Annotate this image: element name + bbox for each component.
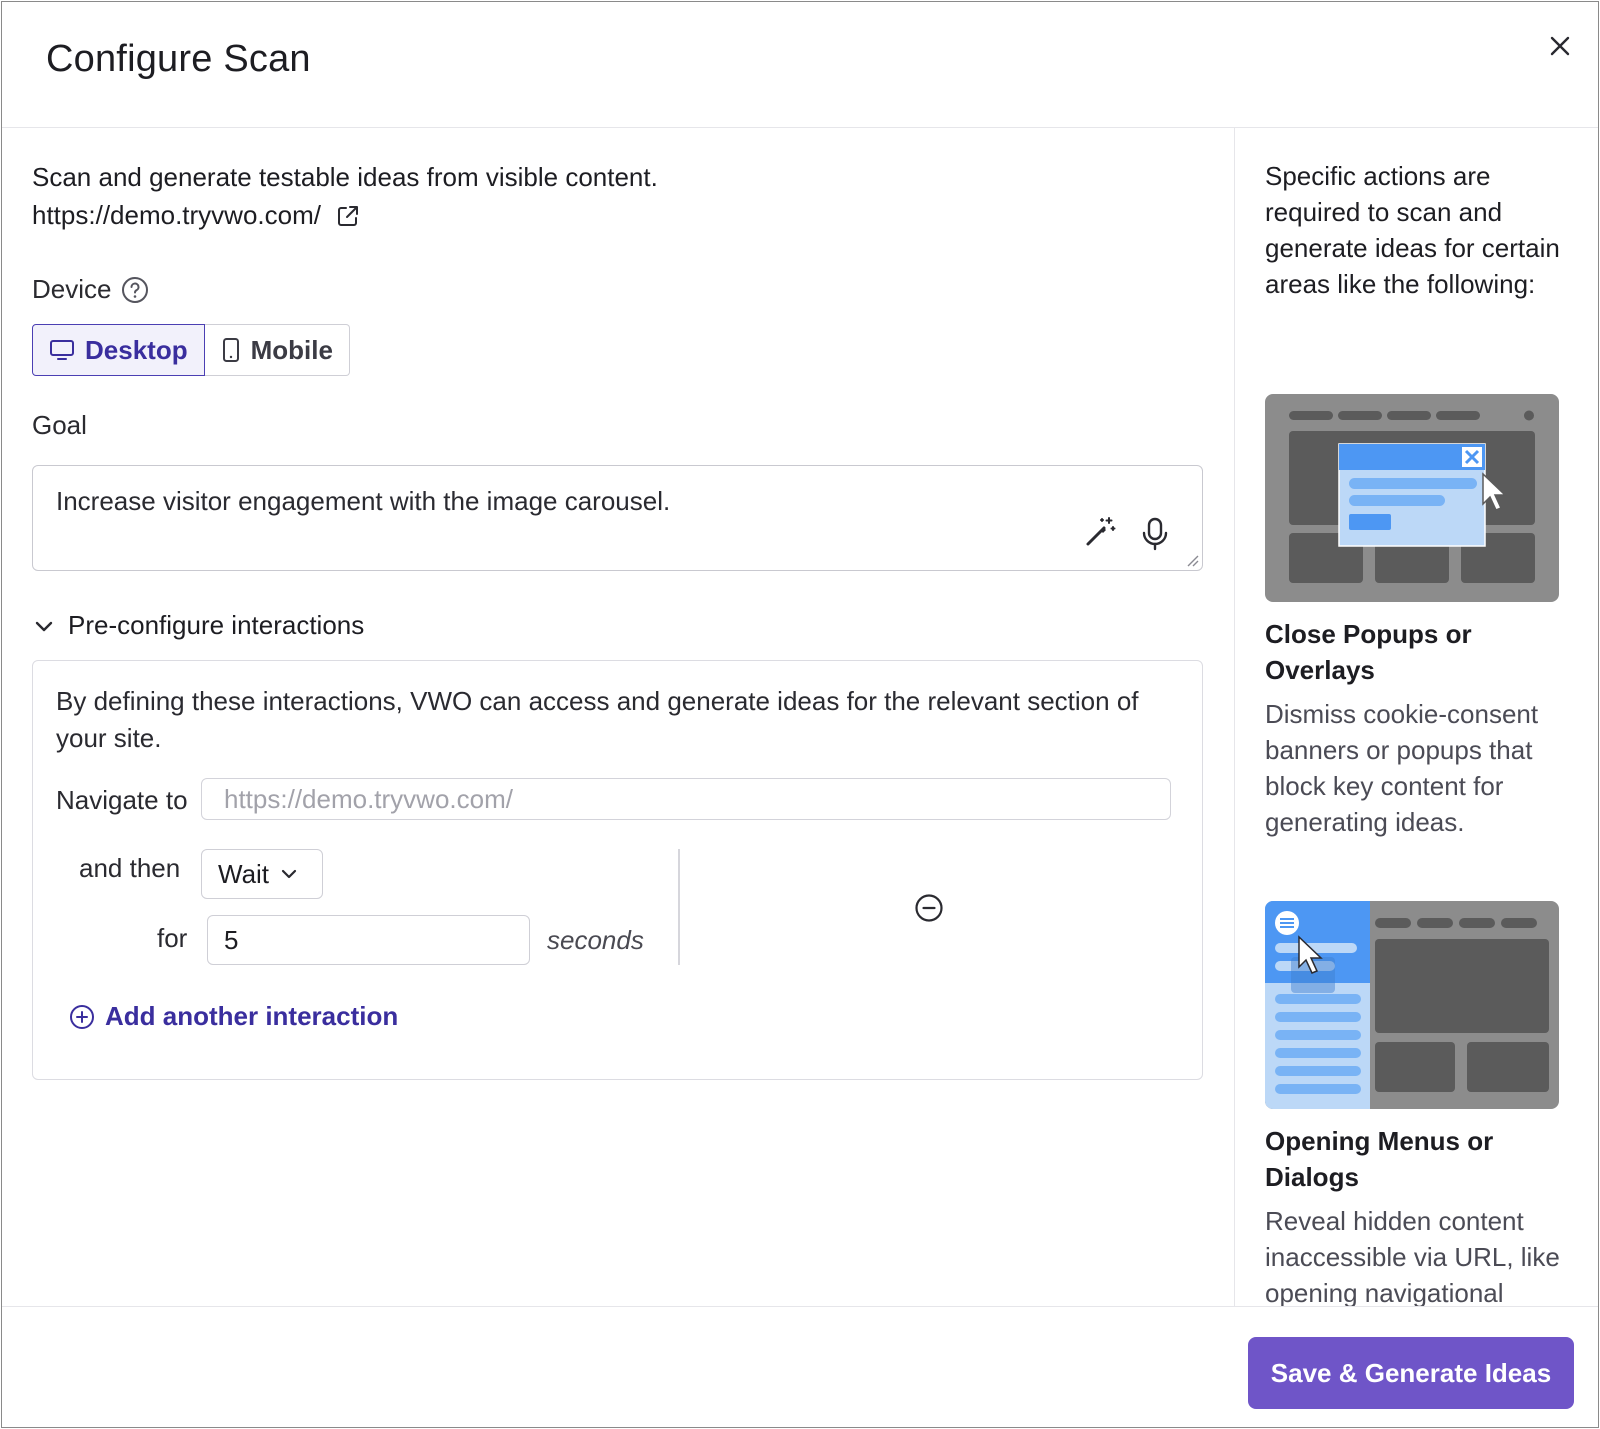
help-icon[interactable]: [121, 276, 149, 304]
card-popups-title: Close Popups or Overlays: [1265, 619, 1472, 685]
preconfigure-label: Pre-configure interactions: [68, 610, 365, 640]
desktop-icon: [50, 340, 74, 360]
help-sidebar: Specific actions are required to scan an…: [1234, 128, 1598, 1306]
scan-config-panel: Scan and generate testable ideas from vi…: [2, 128, 1234, 1306]
magic-wand-icon[interactable]: [1082, 514, 1118, 550]
scan-url: https://demo.tryvwo.com/: [32, 200, 321, 230]
device-mobile-button[interactable]: Mobile: [204, 324, 350, 376]
action-select-value: Wait: [218, 858, 270, 889]
device-desktop-label: Desktop: [85, 334, 188, 365]
navigate-url-input[interactable]: [201, 778, 1171, 820]
mobile-icon: [222, 338, 239, 362]
device-label: Device: [32, 274, 112, 304]
device-toggle: Desktop Mobile: [32, 324, 350, 376]
resize-grip-icon[interactable]: [1185, 553, 1199, 567]
chevron-down-icon: [35, 621, 53, 631]
goal-text: Increase visitor engagement with the ima…: [56, 486, 671, 516]
external-link-icon[interactable]: [335, 203, 361, 229]
chevron-down-icon: [281, 869, 297, 879]
card-menus-title: Opening Menus or Dialogs: [1265, 1126, 1494, 1192]
modal-footer: Save & Generate Ideas: [2, 1306, 1598, 1427]
remove-interaction-icon[interactable]: [914, 893, 944, 923]
close-icon[interactable]: [1544, 30, 1576, 62]
plus-circle-icon: [70, 1004, 94, 1029]
for-label: for: [157, 923, 188, 953]
interactions-description: By defining these interactions, VWO can …: [56, 686, 1139, 753]
configure-scan-modal: Configure Scan Scan and generate testabl…: [1, 1, 1599, 1428]
modal-title: Configure Scan: [46, 38, 311, 80]
device-desktop-button[interactable]: Desktop: [32, 324, 205, 376]
and-then-label: and then: [79, 853, 181, 883]
action-select[interactable]: Wait: [201, 849, 323, 899]
scan-intro-text: Scan and generate testable ideas from vi…: [32, 162, 658, 192]
card-popups-description: Dismiss cookie-consent banners or popups…: [1265, 699, 1539, 837]
add-interaction-label: Add another interaction: [105, 1001, 399, 1031]
modal-header: Configure Scan: [2, 2, 1598, 128]
microphone-icon[interactable]: [1138, 516, 1172, 552]
sidebar-intro: Specific actions are required to scan an…: [1265, 161, 1560, 299]
goal-label: Goal: [32, 410, 87, 440]
wait-seconds-input[interactable]: [207, 915, 530, 965]
navigate-label: Navigate to: [56, 785, 188, 815]
card-menus-description: Reveal hidden content inaccessible via U…: [1265, 1206, 1560, 1306]
goal-textarea[interactable]: Increase visitor engagement with the ima…: [32, 465, 1203, 571]
menu-illustration: [1265, 901, 1559, 1109]
scan-url-row: https://demo.tryvwo.com/: [32, 200, 361, 231]
device-mobile-label: Mobile: [250, 334, 333, 365]
popup-illustration: [1265, 394, 1559, 602]
add-interaction-button[interactable]: Add another interaction: [69, 1001, 398, 1032]
device-label-row: Device: [32, 274, 149, 305]
preconfigure-toggle[interactable]: Pre-configure interactions: [32, 610, 364, 641]
seconds-label: seconds: [547, 925, 644, 955]
interaction-divider: [678, 849, 680, 965]
save-generate-button[interactable]: Save & Generate Ideas: [1248, 1337, 1574, 1409]
interactions-panel: By defining these interactions, VWO can …: [32, 660, 1203, 1080]
